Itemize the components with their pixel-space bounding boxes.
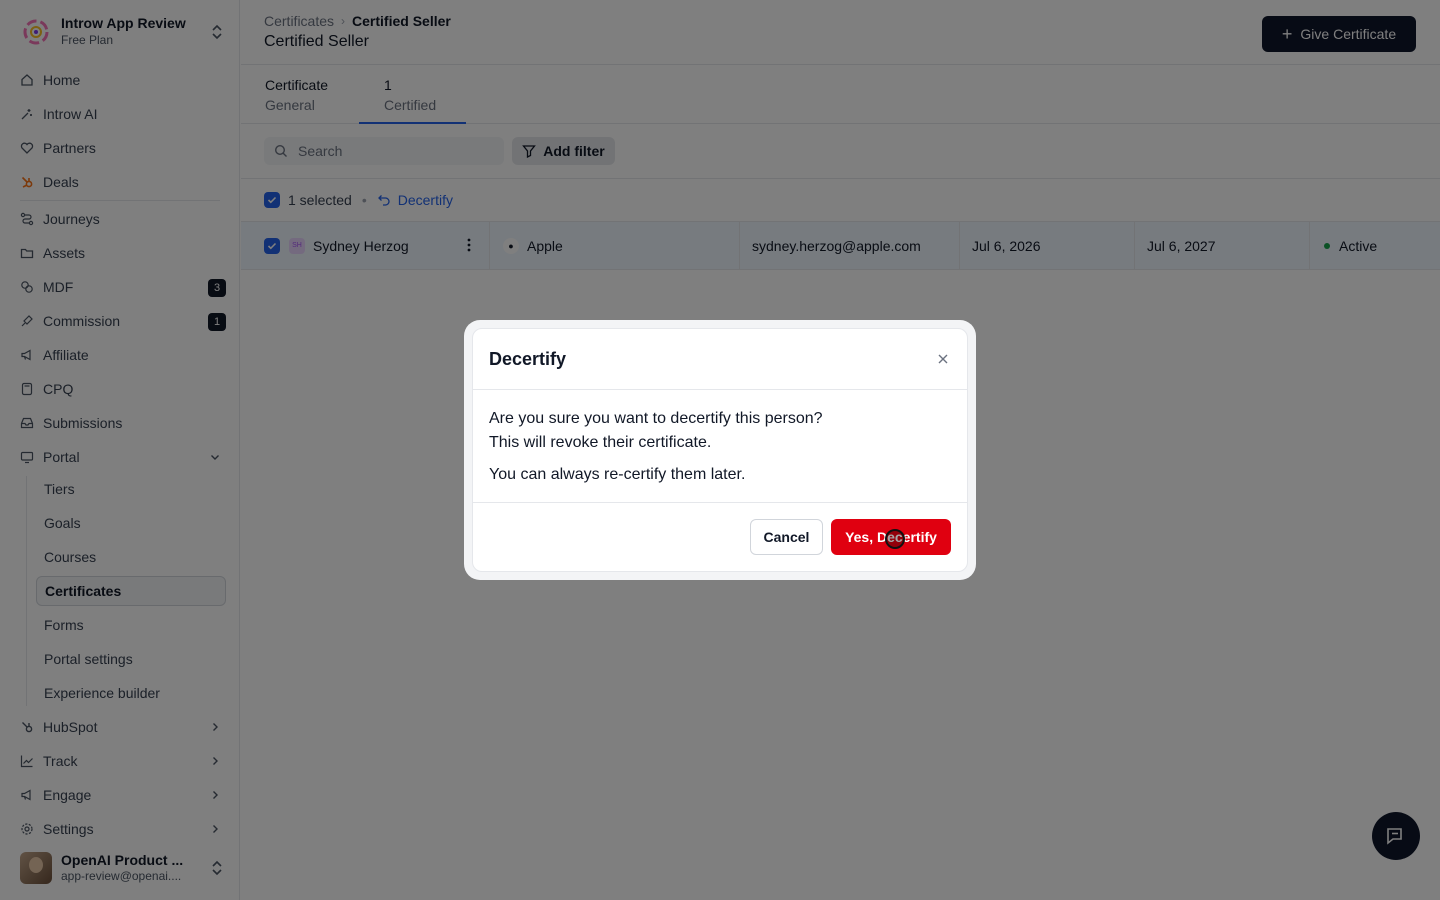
cursor-indicator [885,529,905,549]
dialog-body: Are you sure you want to decertify this … [489,407,949,487]
close-icon[interactable] [936,352,950,366]
dialog-footer-divider [473,502,967,503]
decertify-dialog-frame: Decertify Are you sure you want to decer… [464,320,976,580]
dialog-note: You can always re-certify them later. [489,466,746,483]
cancel-button[interactable]: Cancel [750,519,823,555]
dialog-question: Are you sure you want to decertify this … [489,410,823,427]
decertify-dialog: Decertify Are you sure you want to decer… [472,328,968,572]
dialog-header: Decertify [473,329,967,390]
dialog-title: Decertify [489,349,567,369]
dialog-warning: This will revoke their certificate. [489,434,712,451]
